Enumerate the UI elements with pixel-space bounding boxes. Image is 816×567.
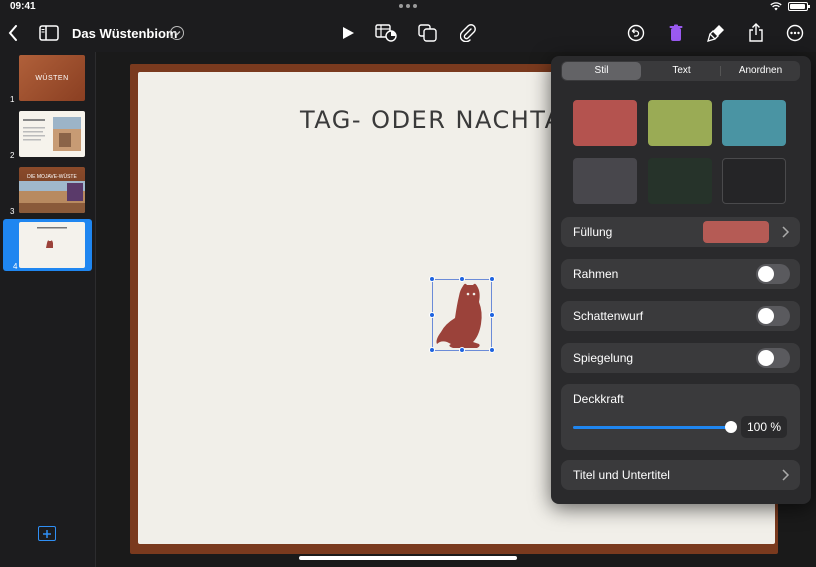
toolbar: Das Wüstenbiom (0, 14, 816, 52)
fill-row[interactable]: Füllung (561, 217, 800, 247)
status-bar: 09:41 (0, 0, 816, 14)
owl-icon (436, 283, 482, 348)
slide-thumbnail-3[interactable]: 3 DIE MOJAVE-WÜSTE (0, 164, 96, 216)
status-indicators (770, 2, 810, 11)
slide-number: 4 (13, 262, 18, 271)
slide-number: 2 (10, 151, 15, 160)
share-icon[interactable] (745, 22, 767, 44)
slide-thumb-image (19, 111, 85, 157)
battery-icon (788, 2, 810, 11)
slide-thumbnail-4[interactable]: 4 (3, 219, 92, 271)
owl-image-selected[interactable] (429, 276, 495, 353)
opacity-section: Deckkraft 100 % (561, 384, 800, 450)
slide-thumb-image (19, 222, 85, 268)
border-label: Rahmen (573, 267, 619, 281)
style-swatch-black[interactable] (722, 158, 786, 204)
style-swatch-green[interactable] (648, 100, 712, 146)
paperclip-icon[interactable] (457, 22, 479, 44)
tab-text-label: Text (672, 65, 691, 76)
back-chevron-icon[interactable] (2, 22, 24, 44)
reflection-toggle[interactable] (756, 348, 790, 368)
shadow-toggle[interactable] (756, 306, 790, 326)
title-caption-row[interactable]: Titel und Untertitel (561, 460, 800, 490)
slide-number: 3 (10, 207, 15, 216)
resize-handle-top-left[interactable] (429, 276, 435, 282)
reflection-row: Spiegelung (561, 343, 800, 373)
style-swatch-gray[interactable] (573, 158, 637, 204)
border-toggle[interactable] (756, 264, 790, 284)
resize-handle-bottom[interactable] (459, 347, 465, 353)
shadow-row: Schattenwurf (561, 301, 800, 331)
resize-handle-bottom-left[interactable] (429, 347, 435, 353)
add-slide-button[interactable] (38, 526, 56, 541)
slide-thumbnail-2[interactable]: 2 (0, 108, 96, 160)
resize-handle-top[interactable] (459, 276, 465, 282)
multitasking-dots-icon[interactable] (399, 4, 417, 8)
resize-handle-bottom-right[interactable] (489, 347, 495, 353)
home-indicator[interactable] (299, 556, 517, 560)
tab-arrange[interactable]: Anordnen (721, 61, 800, 81)
style-swatch-dark-green[interactable] (648, 158, 712, 204)
slide-thumb-image: DIE MOJAVE-WÜSTE (19, 167, 85, 213)
slide-navigator: 1 WÜSTEN 2 3 DIE MOJAVE-WÜSTE 4 (0, 52, 96, 567)
tab-text[interactable]: Text (642, 61, 721, 81)
slide-title[interactable]: TAG- ODER NACHTA (300, 106, 563, 134)
status-time: 09:41 (10, 1, 36, 12)
border-row: Rahmen (561, 259, 800, 289)
resize-handle-top-right[interactable] (489, 276, 495, 282)
slide-thumb-image: WÜSTEN (19, 55, 85, 101)
table-chart-icon[interactable] (375, 22, 397, 44)
sidebar-toggle-icon[interactable] (38, 22, 60, 44)
opacity-slider-handle[interactable] (725, 421, 737, 433)
opacity-slider-track[interactable] (573, 426, 731, 429)
resize-handle-right[interactable] (489, 312, 495, 318)
resize-handle-left[interactable] (429, 312, 435, 318)
format-tabs: Stil Text Anordnen (561, 61, 800, 81)
shadow-label: Schattenwurf (573, 309, 644, 323)
document-title[interactable]: Das Wüstenbiom (72, 26, 177, 41)
wifi-icon (770, 2, 782, 11)
format-paintbrush-icon[interactable] (705, 22, 727, 44)
tab-style[interactable]: Stil (562, 62, 641, 80)
shapes-icon[interactable] (417, 22, 439, 44)
trash-icon[interactable] (665, 22, 687, 44)
format-panel: Stil Text Anordnen Füllung Rahmen Schatt… (551, 56, 811, 504)
slide-thumb-title: WÜSTEN (35, 74, 69, 82)
title-caption-label: Titel und Untertitel (573, 468, 670, 482)
undo-icon[interactable] (625, 22, 647, 44)
style-swatch-red[interactable] (573, 100, 637, 146)
slide-thumbnail-1[interactable]: 1 WÜSTEN (0, 52, 96, 104)
fill-label: Füllung (573, 225, 613, 239)
fill-color-swatch[interactable] (703, 221, 769, 243)
more-options-icon[interactable] (784, 22, 806, 44)
opacity-value-field[interactable]: 100 % (741, 416, 787, 438)
play-icon[interactable] (337, 22, 359, 44)
title-menu-chevron-icon[interactable] (170, 26, 184, 40)
opacity-label: Deckkraft (573, 392, 624, 406)
reflection-label: Spiegelung (573, 351, 634, 365)
slide-thumb-title: DIE MOJAVE-WÜSTE (27, 174, 77, 180)
chevron-right-icon (782, 469, 790, 481)
style-swatch-teal[interactable] (722, 100, 786, 146)
slide-number: 1 (10, 95, 15, 104)
chevron-right-icon (782, 226, 790, 238)
